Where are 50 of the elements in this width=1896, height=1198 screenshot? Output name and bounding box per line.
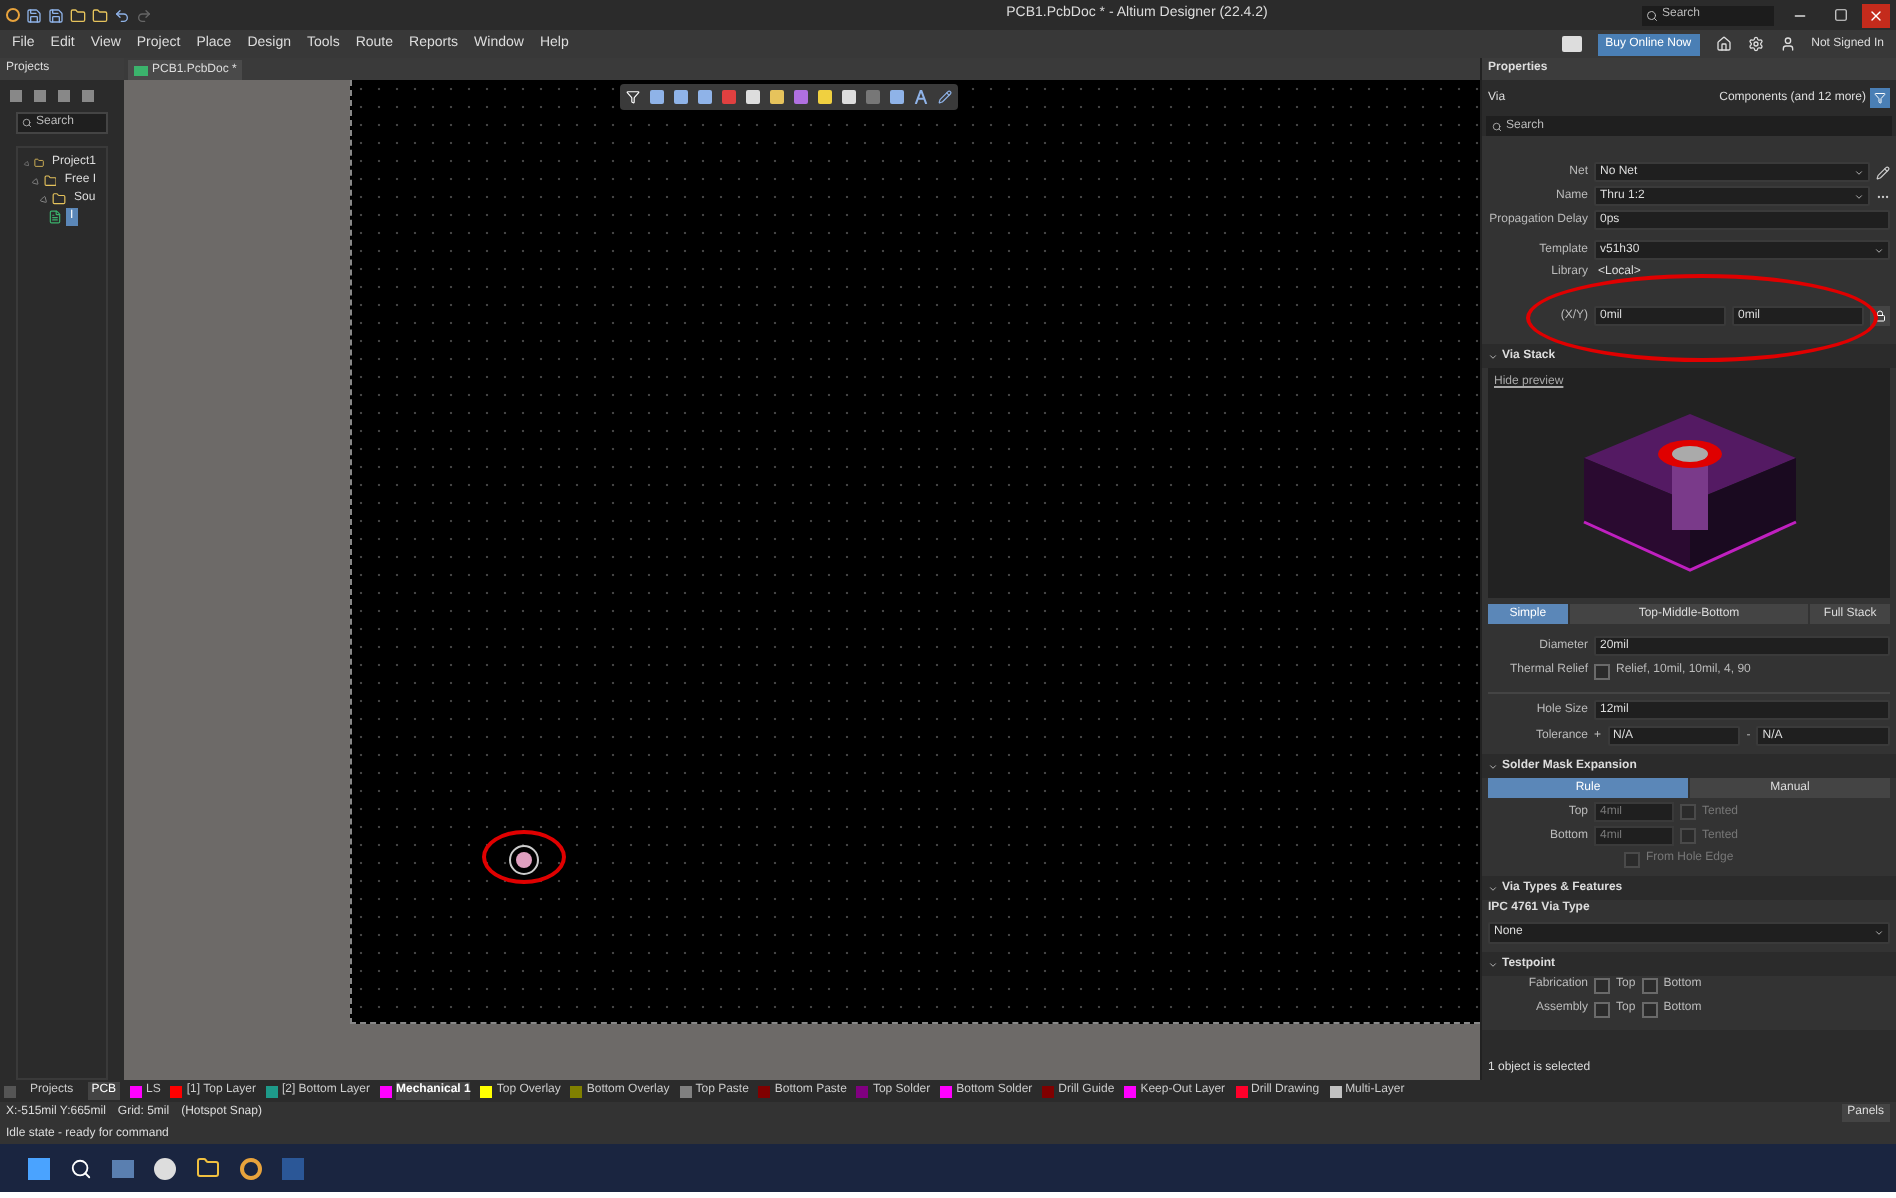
search-icon[interactable] — [70, 1157, 92, 1179]
text-tool-icon[interactable] — [914, 90, 928, 104]
line-tool-icon[interactable] — [938, 90, 952, 104]
pcb-doc-icon — [134, 65, 148, 75]
collapse-icon[interactable] — [1488, 761, 1498, 771]
pick-icon[interactable] — [1876, 165, 1890, 179]
folder-icon[interactable] — [196, 1156, 220, 1180]
filter-button[interactable] — [1870, 88, 1890, 108]
taskbar-app-icon[interactable] — [240, 1157, 262, 1179]
settings-icon[interactable] — [1747, 36, 1764, 52]
close-button[interactable] — [1862, 3, 1890, 27]
search-icon — [1646, 9, 1658, 21]
caret-icon — [1874, 928, 1884, 938]
account-icon[interactable] — [1779, 36, 1796, 52]
checkbox[interactable] — [1594, 977, 1610, 993]
collapse-icon[interactable] — [1488, 959, 1498, 969]
folder-icon — [52, 192, 66, 206]
pcb-file-icon — [48, 210, 62, 224]
redo-icon[interactable] — [136, 7, 152, 23]
search-icon — [22, 118, 32, 128]
checkbox[interactable] — [1594, 1001, 1610, 1017]
filter-icon — [1874, 92, 1886, 104]
folder-icon — [43, 174, 57, 188]
save-all-icon[interactable] — [48, 7, 64, 23]
checkbox[interactable] — [1594, 663, 1610, 679]
checkbox[interactable] — [1680, 804, 1696, 820]
home-icon[interactable] — [1715, 36, 1732, 52]
folder-icon — [33, 156, 44, 170]
checkbox[interactable] — [1641, 977, 1658, 993]
search-icon — [1492, 121, 1502, 131]
undo-icon[interactable] — [114, 7, 130, 23]
collapse-icon[interactable] — [1488, 351, 1498, 361]
close-icon — [1868, 7, 1884, 23]
save-icon[interactable] — [26, 7, 42, 23]
lock-icon — [1874, 310, 1886, 322]
collapse-icon[interactable] — [1488, 883, 1498, 893]
checkbox[interactable] — [1641, 1001, 1658, 1017]
maximize-icon[interactable] — [1834, 8, 1848, 22]
via-drawing — [506, 842, 542, 878]
checkbox[interactable] — [1624, 851, 1640, 867]
highlight-ellipse — [482, 830, 566, 884]
app-logo-icon — [6, 8, 20, 22]
checkbox[interactable] — [1680, 828, 1696, 844]
folder-icon[interactable] — [92, 7, 108, 23]
caret-icon — [1854, 191, 1864, 201]
caret-icon — [1854, 167, 1864, 177]
caret-icon — [1874, 245, 1884, 255]
filter-icon[interactable] — [626, 90, 640, 104]
folder-icon[interactable] — [70, 7, 86, 23]
taskbar-app-icon[interactable] — [154, 1157, 176, 1179]
